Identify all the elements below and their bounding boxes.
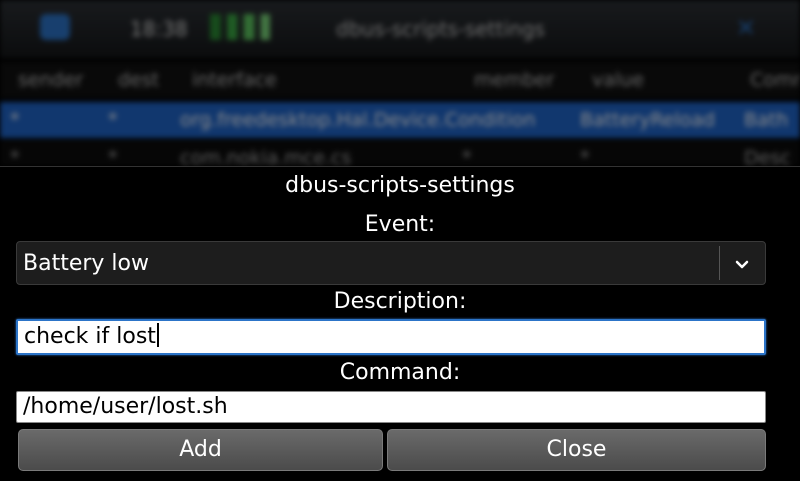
description-input[interactable]: check if lost	[16, 319, 766, 355]
column-header: Comm	[750, 69, 800, 91]
settings-dialog: dbus-scripts-settings Event: Battery low…	[0, 166, 800, 481]
table-cell: *	[10, 147, 20, 166]
table-cell: *	[108, 109, 118, 131]
column-header: dest	[118, 69, 160, 91]
event-label: Event:	[364, 212, 436, 237]
background-table-header: sender dest interface member value Comm	[0, 62, 800, 98]
column-header: interface	[192, 69, 277, 91]
background-window: 18:38 dbus-scripts-settings ✕ sender des…	[0, 0, 800, 166]
background-table-row: * * com.nokia.mce.cs * * Desc	[0, 140, 800, 166]
close-window-icon: ✕	[735, 14, 756, 42]
table-cell: org.freedesktop.Hal.Device.Condition	[180, 109, 536, 131]
event-selected-value: Battery low	[23, 251, 149, 276]
table-cell: *	[10, 109, 20, 131]
command-input[interactable]: /home/user/lost.sh	[16, 391, 766, 423]
table-cell: Bath	[744, 109, 789, 131]
background-window-title: dbus-scripts-settings	[336, 17, 545, 41]
description-label: Description:	[333, 289, 467, 314]
table-cell: *	[462, 147, 472, 166]
status-bar: 18:38 dbus-scripts-settings ✕	[0, 0, 800, 58]
dialog-title: dbus-scripts-settings	[285, 173, 515, 198]
table-cell: *	[108, 147, 118, 166]
text-caret	[156, 323, 159, 347]
event-combobox[interactable]: Battery low	[16, 241, 766, 285]
column-header: sender	[18, 69, 84, 91]
table-cell: BatteryReload	[580, 109, 715, 131]
signal-icon	[210, 14, 270, 40]
combo-divider	[719, 246, 720, 280]
close-button[interactable]: Close	[387, 429, 766, 471]
table-cell: *	[580, 147, 590, 166]
add-button[interactable]: Add	[18, 429, 383, 471]
command-value: /home/user/lost.sh	[23, 394, 228, 419]
table-cell: com.nokia.mce.cs	[180, 147, 352, 166]
status-time: 18:38	[130, 17, 188, 41]
description-value: check if lost	[24, 324, 156, 349]
table-cell: Desc	[744, 147, 791, 166]
command-label: Command:	[339, 360, 461, 385]
background-table-row: * * org.freedesktop.Hal.Device.Condition…	[0, 102, 800, 138]
app-icon	[40, 14, 70, 40]
column-header: member	[474, 69, 555, 91]
chevron-down-icon[interactable]	[731, 254, 753, 276]
column-header: value	[592, 69, 644, 91]
